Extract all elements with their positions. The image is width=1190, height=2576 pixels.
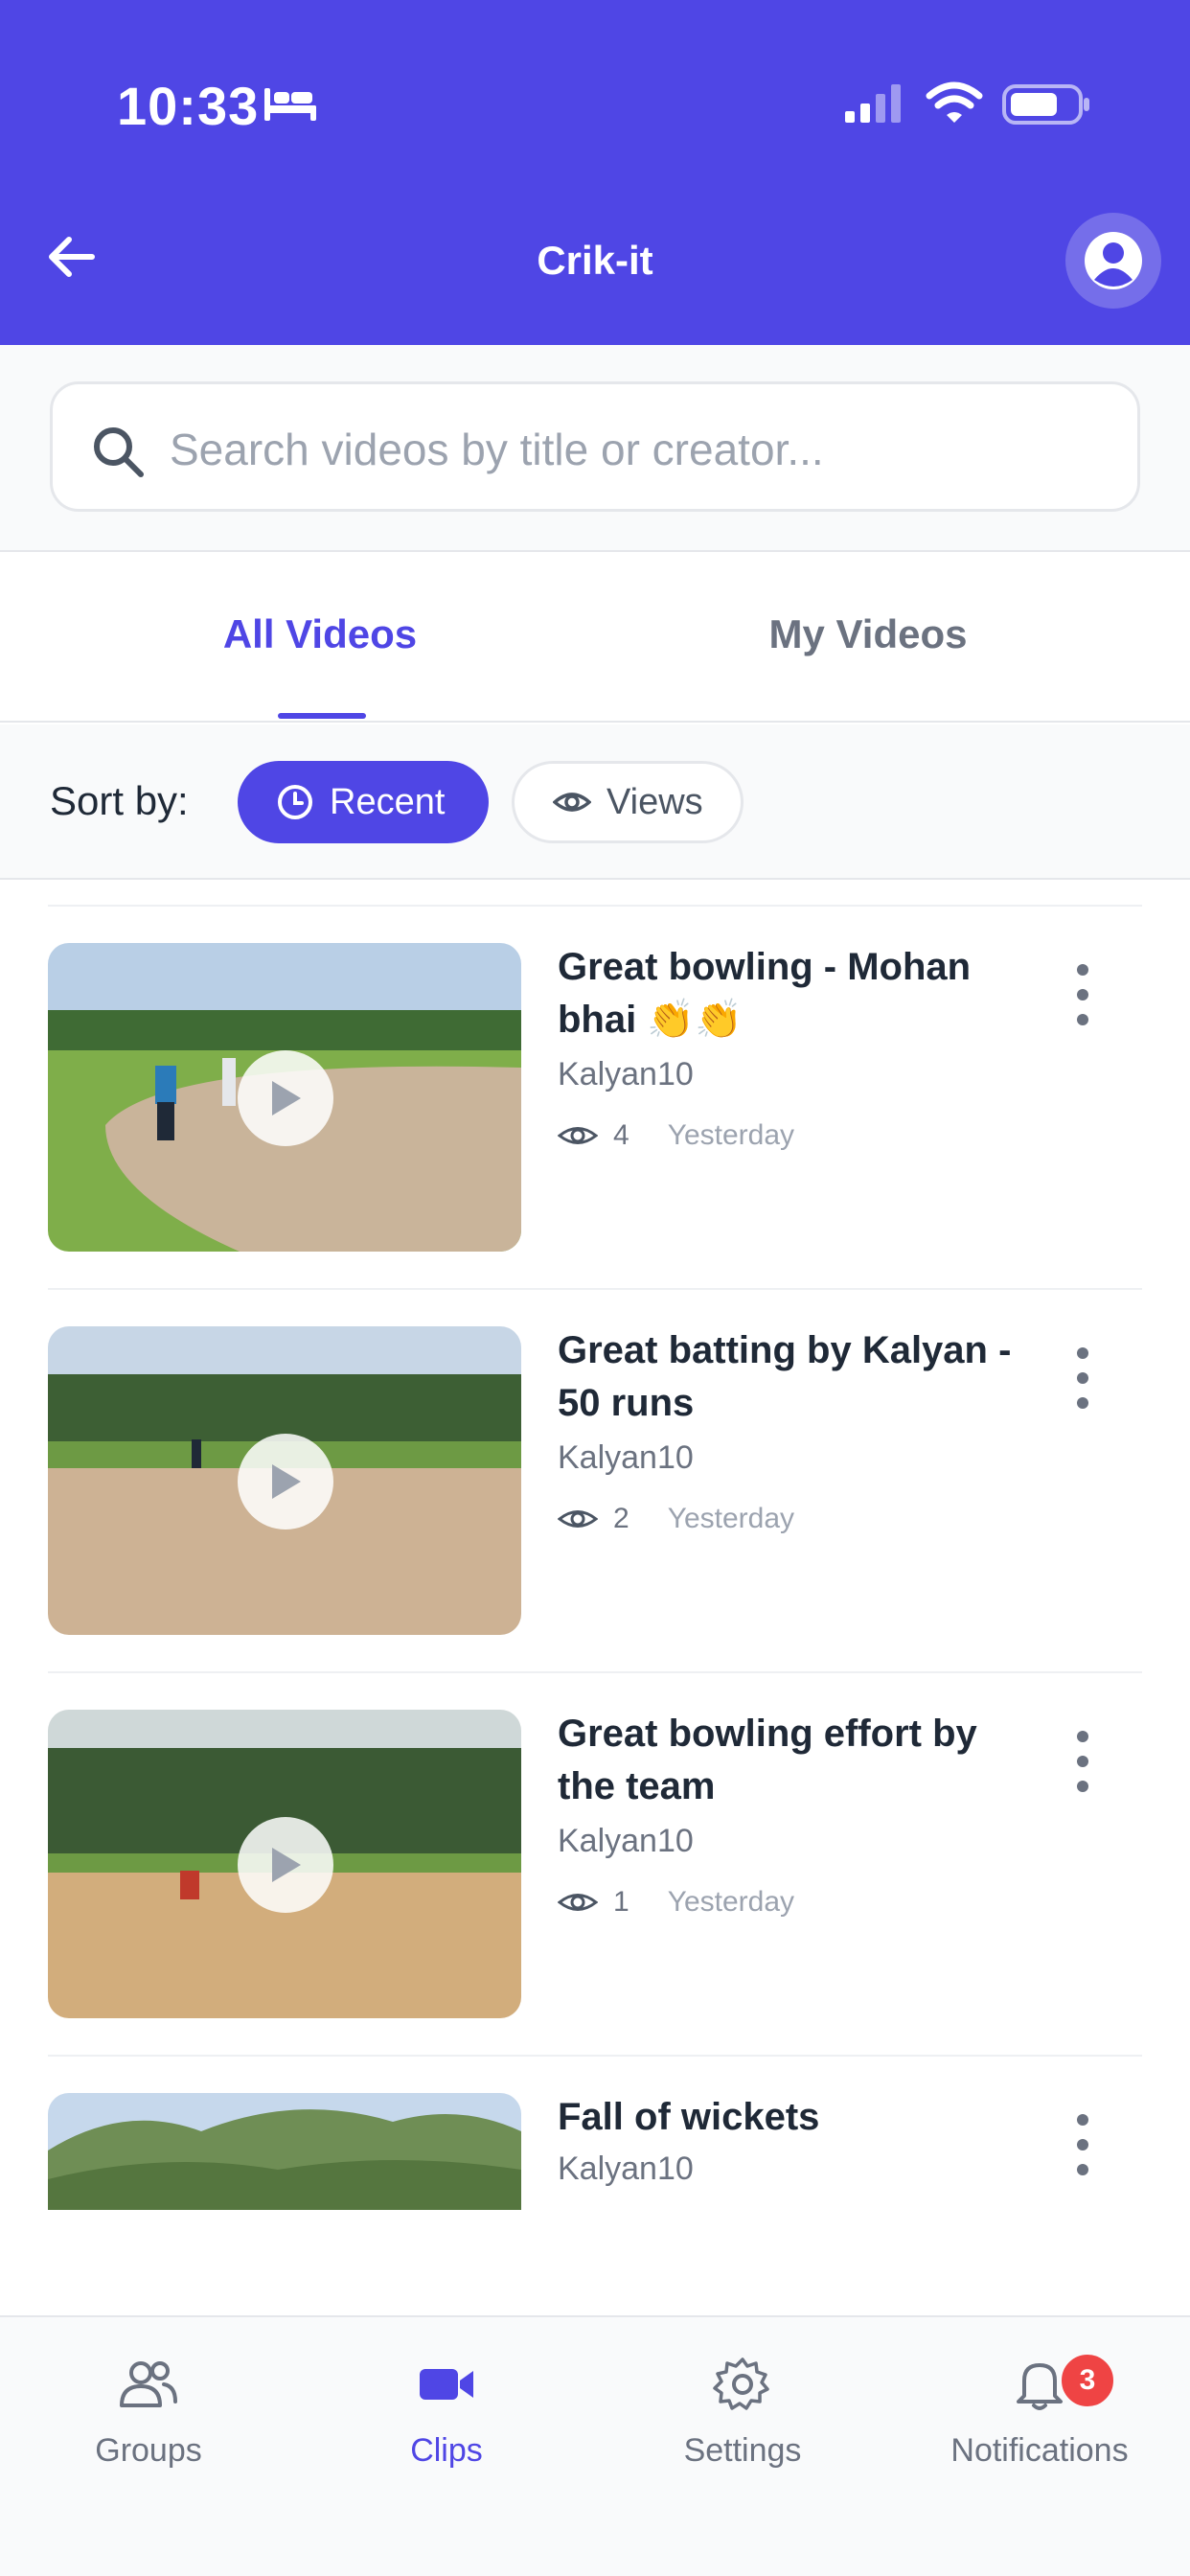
video-stats: 4 Yesterday: [558, 1119, 794, 1152]
view-count: 4: [613, 1119, 629, 1151]
active-tab-indicator: [278, 713, 366, 719]
list-item[interactable]: Fall of wickets Kalyan10: [0, 2032, 1190, 2210]
video-thumbnail[interactable]: [48, 1710, 521, 2018]
search-area: [0, 345, 1190, 552]
more-options-button[interactable]: [1073, 1731, 1092, 1792]
sort-recent-label: Recent: [330, 781, 446, 822]
eye-icon: [558, 1894, 598, 1911]
play-button[interactable]: [238, 1817, 333, 1913]
list-item[interactable]: Great bowling effort by the team Kalyan1…: [0, 1648, 1190, 2057]
nav-label: Settings: [683, 2432, 802, 2469]
sleep-mode-icon: [264, 88, 316, 121]
nav-groups[interactable]: Groups: [5, 2358, 292, 2470]
notification-badge: 3: [1059, 2352, 1116, 2409]
bottom-navigation: Groups Clips Settings Notifications 3: [0, 2315, 1190, 2576]
nav-label: Groups: [95, 2432, 202, 2469]
video-camera-icon: [420, 2369, 473, 2400]
view-count: 2: [613, 1503, 629, 1534]
video-list[interactable]: Great bowling - Mohan bhai 👏👏 Kalyan10 4…: [0, 882, 1190, 2210]
nav-notifications[interactable]: Notifications 3: [896, 2352, 1183, 2470]
sort-bar: Sort by: Recent Views: [0, 724, 1190, 880]
sort-views-button[interactable]: Views: [512, 761, 744, 843]
nav-label: Notifications: [950, 2432, 1129, 2469]
play-icon: [272, 1081, 301, 1116]
video-tabs: All Videos My Videos: [0, 554, 1190, 723]
video-thumbnail[interactable]: [48, 943, 521, 1252]
play-icon: [272, 1848, 301, 1882]
user-avatar-icon: [1085, 232, 1142, 289]
more-options-button[interactable]: [1073, 1347, 1092, 1409]
search-icon: [94, 427, 144, 477]
status-time: 10:33: [117, 76, 260, 136]
video-thumbnail[interactable]: [48, 2093, 521, 2210]
video-title[interactable]: Great bowling effort by the team: [558, 1708, 1018, 1813]
video-title[interactable]: Great batting by Kalyan - 50 runs: [558, 1324, 1018, 1430]
search-box[interactable]: [50, 381, 1140, 512]
nav-settings[interactable]: Settings: [599, 2358, 886, 2470]
video-creator: Kalyan10: [558, 1056, 694, 1092]
nav-clips[interactable]: Clips: [303, 2358, 590, 2470]
more-options-button[interactable]: [1073, 2114, 1092, 2175]
video-date: Yesterday: [667, 1503, 795, 1534]
video-title[interactable]: Fall of wickets: [558, 2091, 1018, 2144]
video-date: Yesterday: [667, 1119, 795, 1151]
view-count: 1: [613, 1886, 629, 1918]
eye-icon: [558, 1510, 598, 1528]
video-title[interactable]: Great bowling - Mohan bhai 👏👏: [558, 941, 1018, 1046]
wifi-icon: [926, 81, 983, 123]
page-title: Crik-it: [537, 238, 653, 283]
sort-label: Sort by:: [50, 778, 189, 823]
tab-all-videos[interactable]: All Videos: [128, 611, 512, 657]
play-button[interactable]: [238, 1434, 333, 1530]
sort-views-label: Views: [606, 781, 703, 822]
video-creator: Kalyan10: [558, 1439, 694, 1476]
cellular-signal-icon: [845, 84, 901, 123]
video-stats: 2 Yesterday: [558, 1503, 794, 1535]
video-stats: 1 Yesterday: [558, 1886, 794, 1919]
tab-my-videos[interactable]: My Videos: [676, 611, 1060, 657]
play-button[interactable]: [238, 1050, 333, 1146]
more-options-button[interactable]: [1073, 964, 1092, 1025]
video-creator: Kalyan10: [558, 2150, 694, 2187]
search-input[interactable]: [170, 411, 1109, 488]
profile-button[interactable]: [1065, 213, 1161, 309]
clock-icon: [278, 785, 312, 819]
eye-icon: [553, 793, 591, 812]
video-thumbnail[interactable]: [48, 1326, 521, 1635]
video-creator: Kalyan10: [558, 1823, 694, 1859]
eye-icon: [558, 1127, 598, 1144]
nav-label: Clips: [410, 2432, 483, 2469]
users-icon: [120, 2361, 177, 2407]
battery-icon: [1002, 84, 1089, 125]
video-date: Yesterday: [667, 1886, 795, 1918]
app-header: 10:33 Crik-it: [0, 0, 1190, 345]
thumbnail-image: [48, 2093, 521, 2210]
list-item[interactable]: Great bowling - Mohan bhai 👏👏 Kalyan10 4…: [0, 882, 1190, 1290]
gear-icon: [713, 2358, 769, 2410]
play-icon: [272, 1464, 301, 1499]
sort-recent-button[interactable]: Recent: [238, 761, 489, 843]
list-item[interactable]: Great batting by Kalyan - 50 runs Kalyan…: [0, 1265, 1190, 1673]
